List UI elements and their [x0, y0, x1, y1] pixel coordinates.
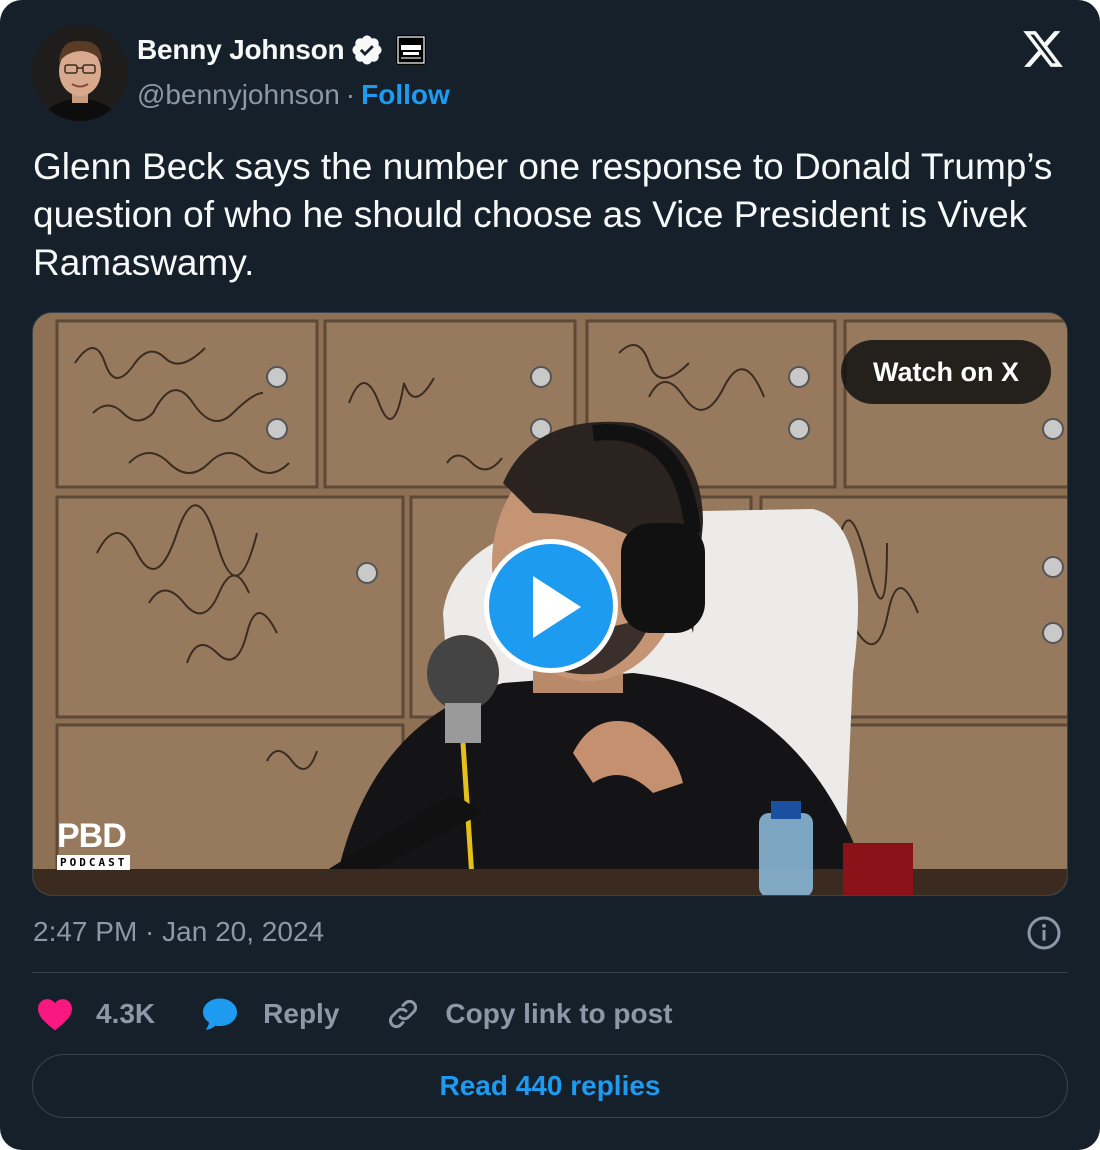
reply-button[interactable]: Reply: [201, 997, 339, 1031]
separator-dot: ·: [345, 79, 356, 110]
video-player[interactable]: Watch on X PBD PODCAST: [32, 312, 1068, 896]
tweet-embed-card: Benny Johnson @bennyjohnson · Follow Gle: [0, 0, 1100, 1150]
x-logo-icon[interactable]: [1020, 27, 1066, 71]
read-replies-button[interactable]: Read 440 replies: [32, 1054, 1068, 1118]
likes-count: 4.3K: [96, 998, 156, 1029]
follow-button[interactable]: Follow: [361, 79, 450, 111]
action-bar: 4.3K Reply Copy link to post: [36, 990, 719, 1038]
reply-bubble-icon: [203, 998, 238, 1030]
tweet-timestamp[interactable]: 2:47 PM · Jan 20, 2024: [33, 912, 324, 952]
info-icon[interactable]: [1026, 915, 1062, 951]
copy-link-button[interactable]: Copy link to post: [385, 996, 673, 1032]
verified-badge-icon: [350, 33, 384, 67]
reply-label: Reply: [263, 998, 340, 1029]
watch-on-x-button[interactable]: Watch on X: [841, 340, 1051, 404]
tweet-text: Glenn Beck says the number one response …: [33, 146, 1053, 283]
watermark-top: PBD: [57, 817, 127, 855]
divider: [32, 972, 1068, 973]
author-handle[interactable]: @bennyjohnson: [137, 79, 340, 111]
author-avatar[interactable]: [32, 25, 128, 121]
play-button[interactable]: [484, 539, 618, 673]
like-button[interactable]: 4.3K: [36, 997, 155, 1031]
affiliate-badge-icon[interactable]: [396, 35, 427, 65]
heart-icon: [38, 999, 72, 1031]
link-icon: [389, 1000, 418, 1028]
author-handle-row: @bennyjohnson · Follow: [137, 75, 450, 115]
play-icon: [533, 576, 581, 638]
author-name[interactable]: Benny Johnson: [137, 34, 345, 66]
author-name-row: Benny Johnson: [137, 30, 427, 70]
copy-link-label: Copy link to post: [445, 998, 673, 1029]
watermark-bottom: PODCAST: [57, 855, 131, 870]
pbd-podcast-watermark: PBD PODCAST: [57, 817, 131, 871]
